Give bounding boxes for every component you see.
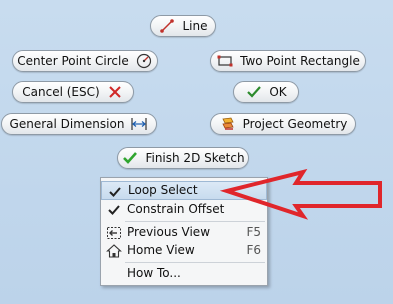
menu-item-how-to[interactable]: How To... bbox=[101, 264, 267, 283]
center-point-circle-label: Center Point Circle bbox=[17, 54, 129, 68]
line-label: Line bbox=[182, 19, 208, 33]
home-icon bbox=[105, 242, 123, 259]
menu-item-label: Constrain Offset bbox=[127, 202, 225, 216]
ok-button[interactable]: OK bbox=[233, 81, 299, 103]
project-geometry-icon bbox=[219, 115, 237, 133]
circle-icon bbox=[135, 52, 153, 70]
menu-separator bbox=[125, 262, 265, 263]
check-icon bbox=[106, 183, 124, 200]
menu-item-previous-view[interactable]: Previous View F5 bbox=[101, 223, 267, 242]
general-dimension-label: General Dimension bbox=[9, 117, 125, 131]
context-menu: Loop Select Constrain Offset Previous Vi… bbox=[100, 177, 268, 286]
checkmark-icon bbox=[245, 83, 263, 101]
finish-checkmark-icon bbox=[121, 149, 139, 167]
project-geometry-button[interactable]: Project Geometry bbox=[210, 113, 356, 135]
two-point-rectangle-label: Two Point Rectangle bbox=[240, 54, 360, 68]
menu-item-label: Home View bbox=[127, 243, 195, 257]
close-icon bbox=[106, 83, 124, 101]
previous-view-icon bbox=[105, 224, 123, 241]
menu-item-shortcut: F5 bbox=[246, 225, 261, 239]
project-geometry-label: Project Geometry bbox=[242, 117, 348, 131]
dimension-icon bbox=[130, 115, 148, 133]
menu-item-label: Loop Select bbox=[128, 183, 198, 197]
menu-item-shortcut: F6 bbox=[246, 243, 261, 257]
rectangle-icon bbox=[216, 52, 234, 70]
two-point-rectangle-button[interactable]: Two Point Rectangle bbox=[210, 50, 366, 72]
cancel-label: Cancel (ESC) bbox=[22, 85, 100, 99]
cancel-button[interactable]: Cancel (ESC) bbox=[12, 81, 134, 103]
finish-2d-sketch-label: Finish 2D Sketch bbox=[145, 151, 245, 165]
menu-item-home-view[interactable]: Home View F6 bbox=[101, 241, 267, 260]
line-icon bbox=[158, 17, 176, 35]
general-dimension-button[interactable]: General Dimension bbox=[1, 113, 157, 135]
menu-separator bbox=[125, 221, 265, 222]
center-point-circle-button[interactable]: Center Point Circle bbox=[12, 50, 158, 72]
line-button[interactable]: Line bbox=[150, 15, 216, 37]
ok-label: OK bbox=[269, 85, 287, 99]
menu-item-label: How To... bbox=[127, 266, 181, 280]
menu-item-constrain-offset[interactable]: Constrain Offset bbox=[101, 200, 267, 219]
menu-item-label: Previous View bbox=[127, 225, 211, 239]
check-icon bbox=[105, 201, 123, 218]
finish-2d-sketch-button[interactable]: Finish 2D Sketch bbox=[117, 147, 249, 169]
menu-item-loop-select[interactable]: Loop Select bbox=[101, 181, 267, 200]
